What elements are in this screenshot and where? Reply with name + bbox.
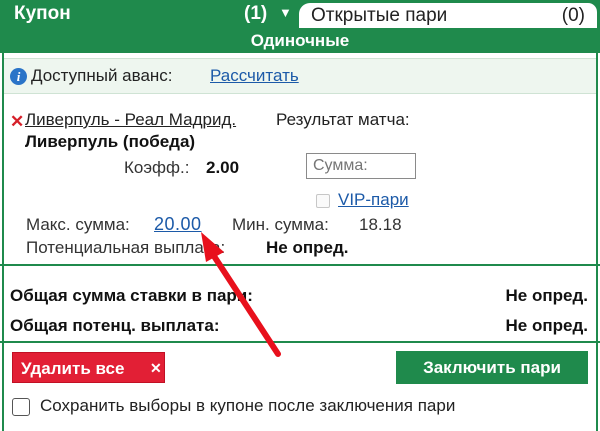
amount-input[interactable] [306,153,416,179]
total-payout-row: Общая потенц. выплата: Не опред. [10,316,590,336]
total-stake-value: Не опред. [505,286,588,305]
min-amount-label: Мин. сумма: [232,215,329,234]
total-stake-label: Общая сумма ставки в пари: [10,286,253,305]
max-amount-link[interactable]: 20.00 [154,214,202,235]
max-amount-label: Макс. сумма: [26,215,130,234]
market-label: Результат матча: [276,110,410,129]
delete-all-label: Удалить все [21,359,125,378]
selection-name: Ливерпуль (победа) [25,132,196,151]
tab-coupon-label: Купон [14,3,71,24]
total-payout-value: Не опред. [505,316,588,335]
tab-coupon[interactable]: Купон (1) ▼ [0,0,298,28]
available-advance-row: i Доступный аванс: Рассчитать [4,58,596,94]
match-link[interactable]: Ливерпуль - Реал Мадрид. [25,110,236,130]
min-amount-value: 18.18 [359,215,402,234]
potential-payout-label: Потенциальная выплата: [26,238,226,257]
remove-selection-icon[interactable]: ✕ [10,112,24,132]
tab-coupon-count: (1) [244,3,268,24]
save-selections-checkbox[interactable] [12,398,30,416]
divider [0,341,600,343]
vip-bet-link[interactable]: VIP-пари [338,190,409,210]
save-selections-label: Сохранить выборы в купоне после заключен… [40,396,456,415]
calculate-link[interactable]: Рассчитать [210,66,299,86]
total-stake-row: Общая сумма ставки в пари: Не опред. [10,286,590,306]
available-advance-label: Доступный аванс: [31,66,173,85]
tab-bar: Купон (1) ▼ Открытые пари (0) [0,0,600,28]
total-payout-label: Общая потенц. выплата: [10,316,220,335]
tab-open-bets[interactable]: Открытые пари (0) [298,2,598,28]
tab-open-bets-count: (0) [561,5,585,26]
info-icon[interactable]: i [10,68,27,85]
caret-down-icon: ▼ [279,5,292,20]
tab-open-bets-label: Открытые пари [311,5,448,26]
section-title: Одиночные [0,28,600,53]
potential-payout-value: Не опред. [266,238,349,257]
close-icon: ✕ [150,360,162,376]
place-bet-button[interactable]: Заключить пари [396,351,588,384]
divider [0,264,600,266]
bet-selection: ✕ Ливерпуль - Реал Мадрид. Результат мат… [4,96,596,261]
vip-checkbox[interactable] [316,194,330,208]
coefficient-label: Коэфф.: [124,158,190,177]
delete-all-button[interactable]: Удалить все ✕ [12,352,165,383]
coefficient-value: 2.00 [206,158,240,177]
